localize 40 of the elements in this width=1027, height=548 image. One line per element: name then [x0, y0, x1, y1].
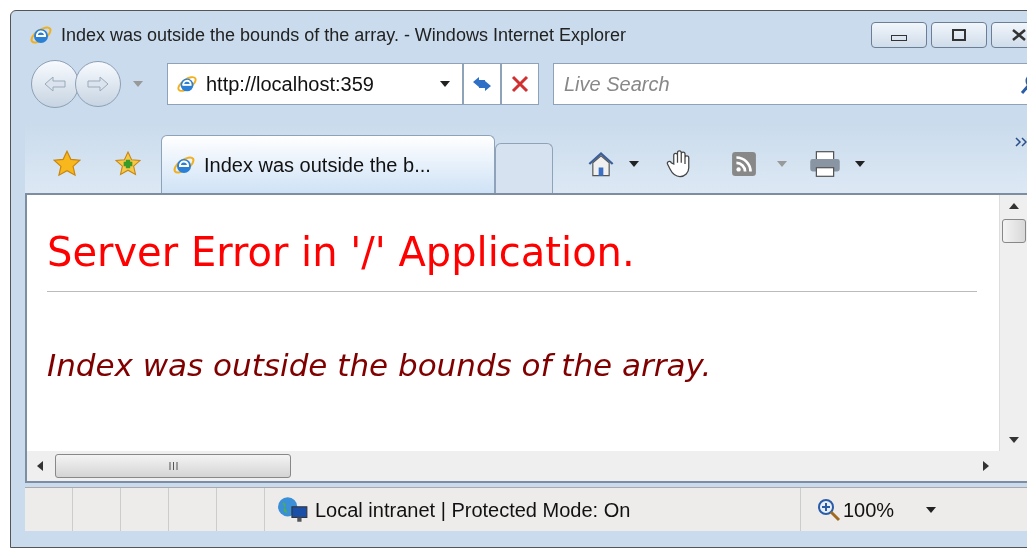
window-title: Index was outside the bounds of the array. - Windows Internet Explorer	[61, 23, 626, 47]
search-input[interactable]: Live Search	[564, 69, 1012, 99]
error-message: Index was outside the bounds of the array.	[47, 346, 713, 385]
stop-x-icon	[511, 75, 529, 93]
zoom-icon	[817, 497, 841, 522]
add-star-icon[interactable]	[115, 151, 141, 177]
scroll-down-arrow-icon[interactable]	[1008, 437, 1019, 443]
back-arrow-icon	[44, 76, 66, 92]
browser-logo-icon	[176, 73, 198, 95]
grip-icon	[168, 462, 178, 470]
scroll-left-arrow-icon[interactable]	[37, 461, 43, 471]
refresh-arrows-icon	[471, 75, 493, 93]
scroll-right-arrow-icon[interactable]	[983, 461, 989, 471]
address-dropdown-arrow-icon[interactable]	[440, 81, 450, 87]
star-icon[interactable]	[53, 150, 81, 178]
home-dropdown-arrow-icon[interactable]	[629, 161, 639, 167]
stop-button[interactable]	[501, 63, 539, 105]
horizontal-scrollbar[interactable]	[27, 451, 999, 481]
globe-computer-icon	[277, 495, 309, 524]
chevron-icon[interactable]	[1015, 137, 1027, 147]
scroll-thumb[interactable]	[55, 454, 291, 478]
zoom-dropdown-arrow-icon[interactable]	[926, 506, 937, 513]
home-icon[interactable]	[587, 150, 615, 178]
zoom-level[interactable]: 100%	[843, 494, 895, 525]
printer-icon[interactable]	[809, 150, 841, 178]
print-dropdown-arrow-icon[interactable]	[855, 161, 865, 167]
forward-arrow-icon	[87, 76, 109, 92]
close-icon	[1011, 29, 1027, 41]
vertical-scrollbar[interactable]	[999, 195, 1027, 451]
refresh-button[interactable]	[463, 63, 501, 105]
browser-tab[interactable]: Index was outside the b...	[161, 135, 495, 193]
scroll-thumb[interactable]	[1001, 219, 1026, 243]
search-bar[interactable]: Live Search	[553, 63, 1027, 105]
error-heading: Server Error in '/' Application.	[47, 228, 636, 277]
address-field[interactable]: http://localhost:359	[167, 63, 463, 105]
scroll-up-arrow-icon[interactable]	[1008, 203, 1019, 209]
feed-icon[interactable]	[731, 151, 757, 177]
security-zone-text: Local intranet | Protected Mode: On	[315, 497, 631, 523]
maximize-button[interactable]	[931, 22, 987, 48]
minimize-button[interactable]	[871, 22, 927, 48]
